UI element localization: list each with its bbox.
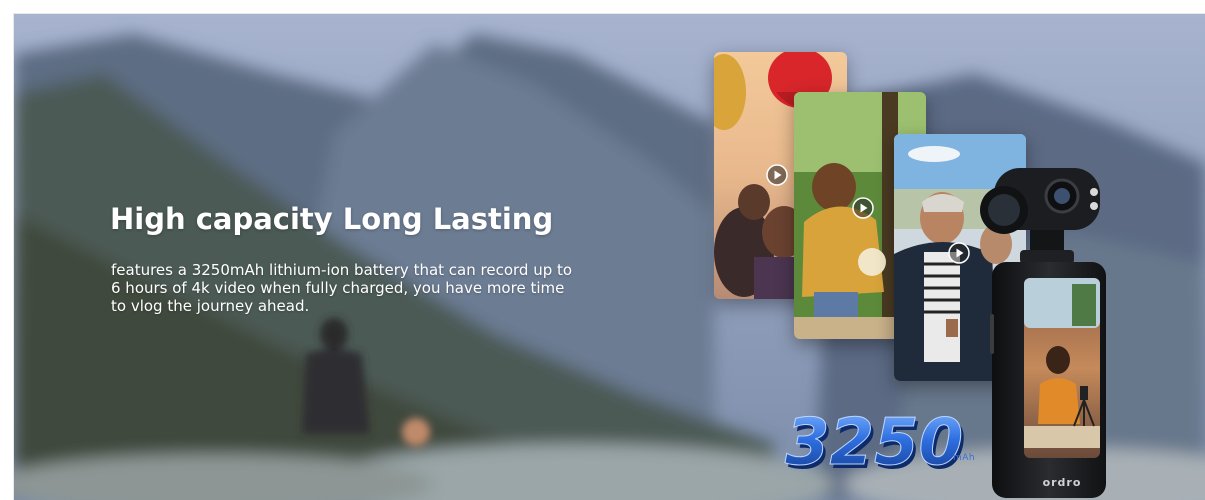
battery-capacity-number: 3250 3250 (784, 406, 966, 483)
play-icon[interactable] (948, 242, 970, 264)
camera-brand-logo: ordro (1043, 476, 1082, 489)
hero-description: features a 3250mAh lithium-ion battery t… (111, 261, 573, 315)
vlog-camera: ordro (980, 168, 1106, 498)
hero-banner: High capacity Long Lasting features a 32… (13, 13, 1205, 500)
play-icon[interactable] (766, 164, 788, 186)
battery-number-text: 3250 (785, 406, 963, 480)
play-icon[interactable] (852, 197, 874, 219)
battery-unit-label: mAh (953, 453, 976, 463)
hero-title: High capacity Long Lasting (110, 202, 554, 236)
